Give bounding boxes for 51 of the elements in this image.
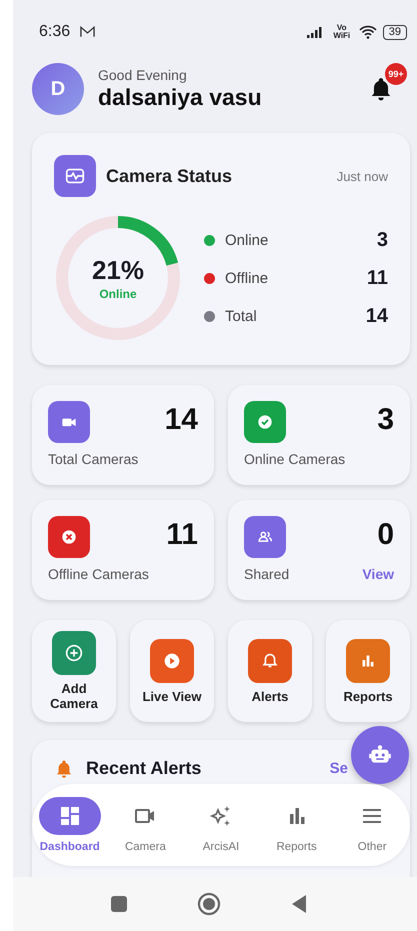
nav-tab[interactable]: Reports [262, 797, 332, 853]
wifi-icon [358, 25, 377, 39]
quick-action-button[interactable]: Alerts [228, 620, 312, 722]
stat-label: Online Cameras [244, 451, 346, 467]
stat-value: 11 [166, 518, 198, 552]
stat-label: Total Cameras [48, 451, 138, 467]
legend-value: 14 [366, 304, 388, 328]
section-title: Recent Alerts [86, 758, 202, 779]
notification-badge: 99+ [385, 63, 407, 85]
stat-card[interactable]: 3 Online Cameras [228, 385, 410, 485]
legend-label: Offline [225, 270, 268, 286]
updated-time: Just now [336, 168, 388, 184]
see-all-link[interactable]: Se [330, 760, 348, 777]
view-link[interactable]: View [362, 566, 394, 582]
user-name: dalsaniya vasu [98, 84, 263, 111]
recent-apps-button[interactable] [111, 896, 127, 912]
stat-value: 14 [164, 403, 198, 437]
legend-value: 11 [366, 266, 388, 290]
network-label: Vo WiFi [332, 24, 352, 40]
stat-card[interactable]: 11 Offline Cameras [32, 500, 214, 600]
activity-icon [54, 155, 96, 197]
stat-label: Offline Cameras [48, 566, 149, 582]
stat-value: 3 [377, 403, 394, 437]
action-label: Add Camera [49, 681, 99, 711]
nav-tab[interactable]: Camera [110, 797, 180, 853]
action-label: Alerts [252, 688, 288, 704]
status-time: 6:36 [39, 23, 70, 41]
action-label: Live View [142, 688, 202, 704]
percentage-caption: Online [99, 287, 137, 301]
legend-label: Total [225, 308, 257, 324]
quick-action-button[interactable]: Live View [130, 620, 214, 722]
online-percentage: 21% [92, 255, 144, 286]
assistant-button[interactable] [351, 726, 409, 784]
legend-label: Online [225, 232, 268, 248]
battery-indicator: 39 [382, 24, 407, 40]
back-button[interactable] [291, 894, 307, 914]
nav-tab[interactable]: ArcisAI [186, 797, 256, 853]
stat-label: Shared [244, 566, 290, 582]
card-title: Camera Status [106, 166, 232, 186]
home-button[interactable] [197, 892, 221, 916]
mail-icon [80, 26, 96, 38]
action-label: Reports [343, 688, 393, 704]
legend-value: 3 [376, 228, 388, 252]
bell-icon [54, 758, 74, 778]
quick-action-button[interactable]: Reports [326, 620, 410, 722]
nav-tab[interactable]: Other [337, 797, 408, 853]
stat-card[interactable]: 14 Total Cameras [32, 385, 214, 485]
quick-action-button[interactable]: Add Camera [32, 620, 116, 722]
greeting-text: Good Evening [98, 67, 188, 83]
stat-card[interactable]: 0 Shared View [228, 500, 410, 600]
stat-value: 0 [377, 518, 394, 552]
